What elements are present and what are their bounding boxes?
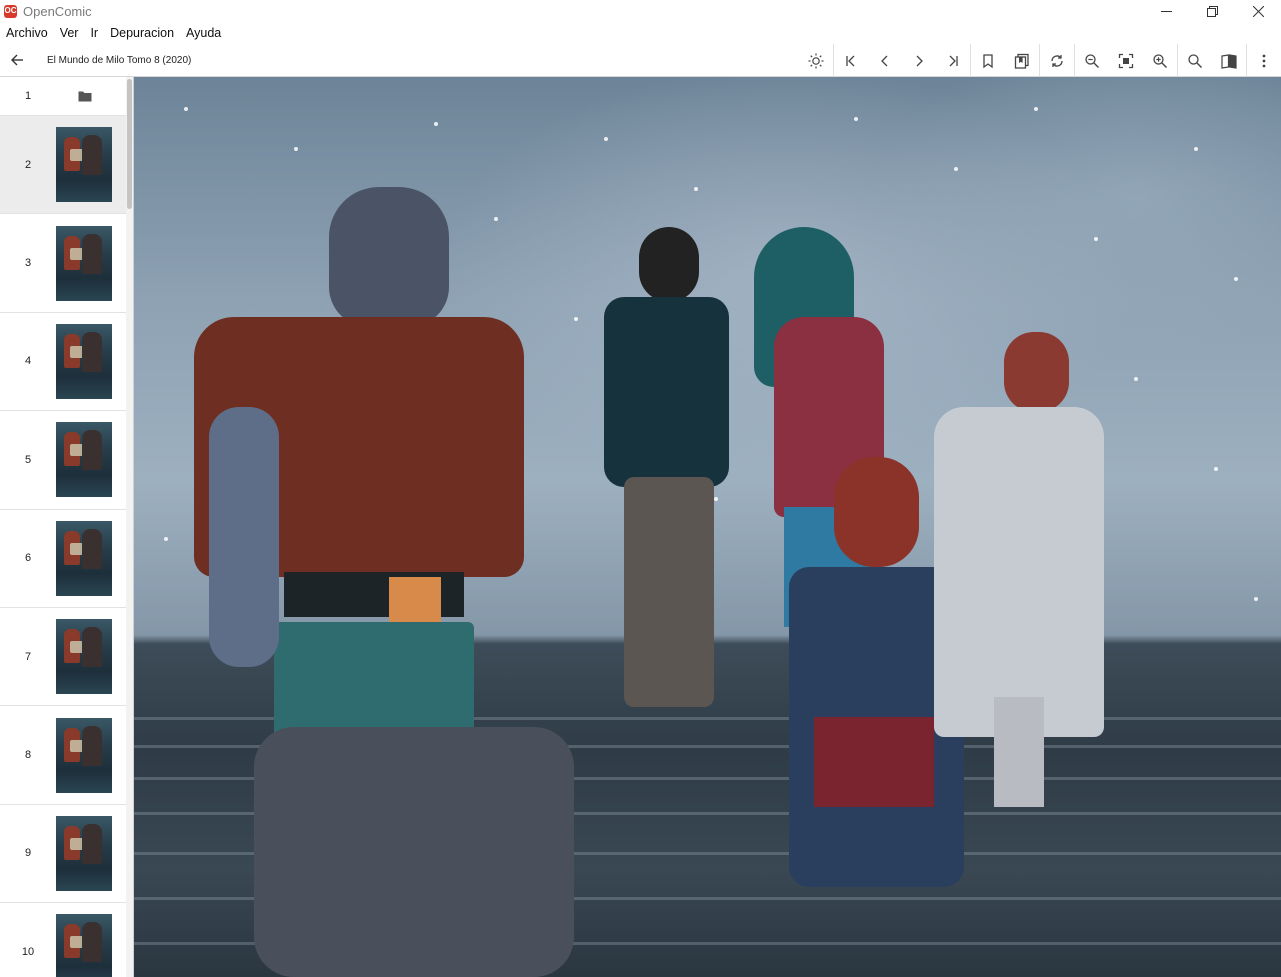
bookmark-icon (983, 53, 993, 68)
menu-ver[interactable]: Ver (54, 22, 85, 44)
app-title: OpenComic (23, 3, 92, 19)
last-page-button[interactable] (936, 46, 970, 76)
fit-screen-icon (1118, 53, 1134, 68)
zoom-in-button[interactable] (1143, 46, 1177, 76)
page-thumbnail (56, 914, 112, 977)
zoom-in-icon (1153, 53, 1167, 68)
last-page-icon (949, 55, 958, 66)
menu-bar: Archivo Ver Ir Depuracion Ayuda (0, 22, 227, 44)
reader-toolbar: El Mundo de Milo Tomo 8 (2020) (0, 44, 1281, 77)
more-options-button[interactable] (1247, 46, 1281, 76)
zoom-out-button[interactable] (1075, 46, 1109, 76)
arrow-back-icon (11, 54, 23, 66)
fit-screen-button[interactable] (1109, 46, 1143, 76)
restore-icon (1206, 5, 1218, 17)
document-title: El Mundo de Milo Tomo 8 (2020) (47, 54, 192, 66)
menu-ayuda[interactable]: Ayuda (180, 22, 227, 44)
zoom-out-icon (1085, 53, 1099, 68)
page-thumbnail-item[interactable]: 4 (0, 313, 126, 412)
previous-page-button[interactable] (868, 46, 902, 76)
next-page-button[interactable] (902, 46, 936, 76)
app-logo-icon: OC (4, 4, 17, 18)
rotate-button[interactable] (1040, 46, 1074, 76)
folder-icon (78, 91, 92, 102)
menu-ir[interactable]: Ir (84, 22, 104, 44)
search-icon (1188, 53, 1202, 68)
page-thumbnail (56, 619, 112, 695)
chevron-right-icon (916, 55, 923, 66)
page-thumbnail-item[interactable]: 10 (0, 903, 126, 977)
folder-number: 1 (24, 90, 32, 102)
search-button[interactable] (1178, 46, 1212, 76)
close-button[interactable] (1235, 0, 1281, 22)
page-thumbnail-item[interactable]: 9 (0, 805, 126, 904)
page-thumbnail-item[interactable]: 2 (0, 116, 126, 215)
brightness-icon (808, 53, 824, 68)
sidebar-scroll-thumb[interactable] (127, 79, 132, 209)
comic-page-viewer[interactable] (134, 77, 1281, 977)
page-number: 10 (21, 945, 35, 958)
bookmarks-list-button[interactable] (1005, 46, 1039, 76)
brightness-button[interactable] (799, 46, 833, 76)
page-thumbnail-item[interactable]: 8 (0, 706, 126, 805)
page-thumbnail-item[interactable]: 6 (0, 510, 126, 608)
page-thumbnail (56, 815, 112, 891)
page-number: 6 (24, 552, 32, 565)
page-thumbnail (56, 520, 112, 596)
menu-archivo[interactable]: Archivo (0, 22, 54, 44)
page-thumbnail (56, 225, 112, 301)
page-number: 3 (24, 257, 32, 270)
page-number: 4 (24, 355, 32, 368)
minimize-icon (1160, 10, 1172, 12)
page-thumbnail-item[interactable]: 7 (0, 608, 126, 707)
page-number: 5 (24, 453, 32, 466)
rotate-icon (1051, 54, 1063, 67)
window-controls (1143, 0, 1281, 22)
reading-mode-icon (1221, 53, 1237, 69)
page-number: 8 (24, 749, 32, 762)
app-logo-text: OC (4, 6, 17, 15)
bookmarks-list-icon (1014, 53, 1029, 69)
page-thumbnail (56, 422, 112, 498)
page-number: 2 (24, 158, 32, 171)
bookmark-button[interactable] (971, 46, 1005, 76)
first-page-icon (846, 55, 855, 66)
close-icon (1252, 5, 1264, 17)
page-number: 7 (24, 650, 32, 663)
back-button[interactable] (0, 45, 34, 75)
first-page-button[interactable] (834, 46, 868, 76)
page-sidebar: 1 2 3 4 5 6 7 8 9 10 (0, 77, 134, 977)
page-thumbnail (56, 717, 112, 793)
more-vertical-icon (1262, 54, 1266, 67)
sidebar-scrollbar[interactable] (126, 77, 133, 977)
page-thumbnail (56, 127, 112, 203)
page-thumbnail-item[interactable]: 5 (0, 411, 126, 510)
page-thumbnail-item[interactable]: 3 (0, 214, 126, 313)
reading-mode-button[interactable] (1212, 46, 1246, 76)
minimize-button[interactable] (1143, 0, 1189, 22)
toolbar-actions (799, 44, 1281, 77)
page-thumbnail (56, 323, 112, 399)
menu-depuracion[interactable]: Depuracion (104, 22, 180, 44)
restore-button[interactable] (1189, 0, 1235, 22)
title-bar: OC OpenComic (0, 0, 1281, 22)
folder-item[interactable]: 1 (0, 77, 133, 116)
chevron-left-icon (881, 55, 888, 66)
page-number: 9 (24, 847, 32, 860)
